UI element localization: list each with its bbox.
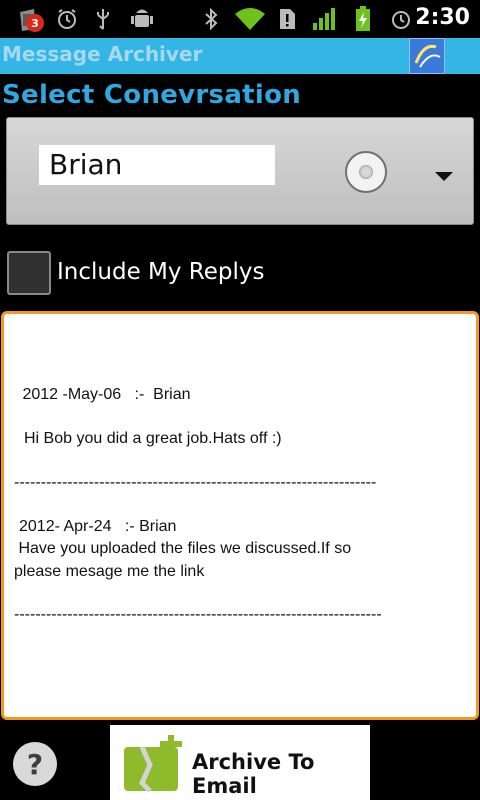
message-separator: ----------------------------------------…: [14, 606, 382, 623]
help-button[interactable]: ?: [13, 742, 57, 786]
message-body-line: Have you uploaded the files we discussed…: [14, 540, 352, 557]
contact-spinner[interactable]: Brian: [6, 117, 474, 225]
message-body-line: please mesage me the link: [14, 563, 205, 580]
include-replies-checkbox[interactable]: [7, 251, 51, 295]
dropdown-arrow-icon[interactable]: [435, 172, 453, 181]
alarm-icon: [54, 6, 80, 32]
message-separator: ----------------------------------------…: [14, 474, 377, 491]
archive-zip-icon: [122, 735, 182, 795]
alarm-clock-icon: [388, 6, 414, 32]
conversation-text-area[interactable]: 2012 -May-06 :- Brian Hi Bob you did a g…: [1, 311, 479, 720]
battery-charging-icon: [352, 6, 374, 32]
notification-count-badge: 3: [26, 14, 44, 32]
android-debug-icon: [130, 6, 154, 32]
app-logo-icon: [409, 38, 445, 74]
archive-to-email-label: Archive To Email: [192, 750, 315, 798]
contact-radio-button[interactable]: [345, 151, 387, 193]
wifi-icon: [232, 6, 268, 32]
usb-icon: [92, 6, 114, 32]
sim-alert-icon: [276, 6, 298, 32]
status-time: 2:30: [415, 5, 470, 30]
archive-to-email-button[interactable]: Archive To Email: [110, 725, 370, 800]
app-title: Message Archiver: [2, 42, 203, 66]
bluetooth-icon: [200, 6, 222, 32]
status-bar: 3 2:30: [0, 0, 480, 38]
message-body: Hi Bob you did a great job.Hats off :): [24, 430, 282, 447]
message-date-line: 2012- Apr-24 :- Brian: [19, 518, 177, 535]
include-replies-label: Include My Replys: [57, 259, 265, 285]
select-conversation-heading: Select Conevrsation: [2, 80, 302, 110]
app-title-bar: Message Archiver: [0, 38, 480, 74]
signal-strength-icon: [310, 6, 340, 32]
message-date-line: 2012 -May-06 :- Brian: [18, 386, 191, 403]
selected-contact[interactable]: Brian: [39, 145, 275, 185]
